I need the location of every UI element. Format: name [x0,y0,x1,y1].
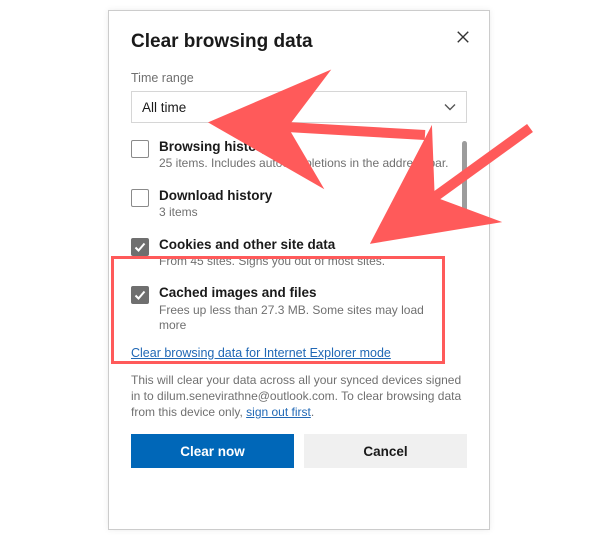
clear-browsing-data-dialog: Clear browsing data Time range All time … [108,10,490,530]
time-range-value: All time [142,100,186,115]
option-cache: Cached images and files Frees up less th… [131,285,453,333]
dialog-buttons: Clear now Cancel [131,434,467,468]
close-button[interactable] [447,21,479,53]
option-label: Cookies and other site data [159,237,385,253]
option-desc: 25 items. Includes autocompletions in th… [159,156,449,172]
check-icon [134,241,146,253]
option-browsing-history: Browsing history 25 items. Includes auto… [131,139,453,172]
ie-mode-link[interactable]: Clear browsing data for Internet Explore… [131,346,391,360]
checkbox-download-history[interactable] [131,189,149,207]
option-desc: 3 items [159,205,272,221]
options-list: Browsing history 25 items. Includes auto… [131,139,467,334]
clear-now-button[interactable]: Clear now [131,434,294,468]
sign-out-link[interactable]: sign out first [246,405,311,419]
option-label: Download history [159,188,272,204]
checkbox-cookies[interactable] [131,238,149,256]
checkbox-cache[interactable] [131,286,149,304]
checkbox-browsing-history[interactable] [131,140,149,158]
close-icon [456,30,470,44]
time-range-label: Time range [131,71,467,85]
sync-footnote: This will clear your data across all you… [131,372,467,421]
chevron-down-icon [444,101,456,113]
dialog-title: Clear browsing data [131,31,467,53]
cancel-button[interactable]: Cancel [304,434,467,468]
time-range-select[interactable]: All time [131,91,467,123]
option-desc: From 45 sites. Signs you out of most sit… [159,254,385,270]
option-label: Browsing history [159,139,449,155]
check-icon [134,289,146,301]
option-desc: Frees up less than 27.3 MB. Some sites m… [159,303,453,334]
option-download-history: Download history 3 items [131,188,453,221]
option-cookies: Cookies and other site data From 45 site… [131,237,453,270]
scrollbar[interactable] [462,141,467,227]
option-label: Cached images and files [159,285,453,301]
